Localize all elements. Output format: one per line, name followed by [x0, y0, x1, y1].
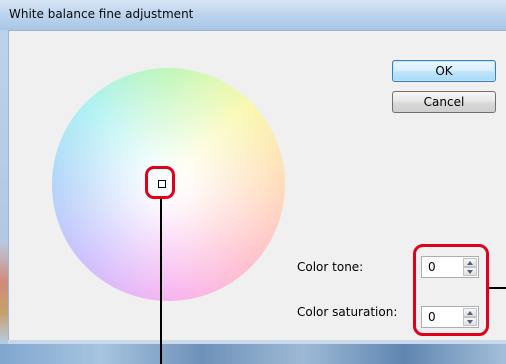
inputs-callout-line [489, 287, 506, 289]
ok-button[interactable]: OK [392, 60, 496, 82]
background-window-edge [0, 240, 8, 344]
inputs-highlight-callout [413, 244, 489, 336]
marker-highlight-callout [145, 166, 175, 199]
background-desktop-strip [0, 344, 506, 364]
screenshot-stage: White balance fine adjustment OK Cancel … [0, 0, 506, 364]
window-title: White balance fine adjustment [9, 7, 194, 21]
marker-callout-line [160, 199, 162, 364]
dialog-window: White balance fine adjustment OK Cancel … [0, 0, 506, 364]
color-tone-label: Color tone: [297, 260, 364, 274]
color-saturation-label: Color saturation: [297, 305, 398, 319]
title-bar[interactable]: White balance fine adjustment [0, 0, 506, 30]
cancel-button[interactable]: Cancel [392, 91, 496, 113]
